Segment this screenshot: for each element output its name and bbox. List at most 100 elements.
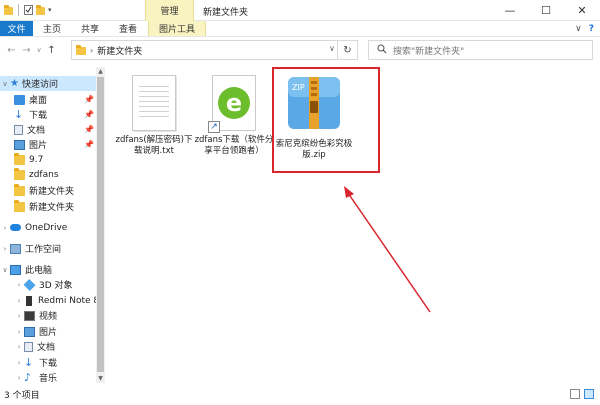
title-bar: ▾ 管理 新建文件夹 — ☐ ✕ [0, 0, 600, 21]
music-icon: ♪ [24, 370, 32, 384]
sidebar-item-label: 图片 [39, 328, 58, 338]
pictures-icon [24, 326, 35, 337]
tab-home[interactable]: 主页 [33, 21, 71, 36]
sidebar-item-label: 下载 [29, 111, 48, 121]
videos-icon [24, 310, 35, 321]
sidebar-item-3d-objects[interactable]: › 3D 对象 [14, 277, 73, 292]
download-icon: ↓ [14, 107, 24, 121]
download-icon: ↓ [24, 355, 34, 369]
item-count: 3 个项目 [4, 391, 40, 401]
sidebar-item-label: 视频 [39, 312, 58, 322]
sidebar-item-label: 下载 [39, 359, 58, 369]
pin-icon[interactable]: 📌 [84, 110, 94, 119]
sidebar-item-new-folder-1[interactable]: 新建文件夹 [14, 183, 74, 198]
folder-icon [14, 199, 25, 212]
sidebar-item-label: 9.7 [29, 154, 44, 165]
folder-icon [4, 5, 13, 15]
recent-locations-button[interactable]: ∨ [34, 39, 44, 61]
file-item-txt[interactable]: zdfans(解压密码)下载说明.txt [114, 75, 194, 157]
sidebar-item-label: OneDrive [25, 222, 68, 233]
forward-button[interactable]: → [19, 39, 34, 61]
phone-icon [26, 295, 32, 306]
details-view-icon[interactable] [570, 389, 580, 399]
navigation-pane: ∨ ★ 快速访问 桌面 📌 ↓ 下载 📌 文档 📌 图片 📌 9.7 zdfan… [0, 67, 106, 384]
sidebar-item-pc-downloads[interactable]: › ↓ 下载 [14, 355, 57, 370]
documents-icon [24, 341, 33, 352]
sidebar-item-onedrive[interactable]: › OneDrive [0, 220, 68, 235]
customize-toolbar-icon[interactable]: ▾ [48, 6, 52, 14]
chevron-down-icon[interactable]: ∨ [0, 266, 10, 274]
pin-icon[interactable]: 📌 [84, 95, 94, 104]
sidebar-item-documents[interactable]: 文档 [14, 122, 45, 137]
highlight-box [272, 67, 380, 173]
search-placeholder: 搜索"新建文件夹" [393, 46, 465, 57]
shortcut-arrow-icon: ↗ [208, 121, 220, 133]
sidebar-item-label: 文档 [27, 126, 46, 136]
sidebar-item-workspace[interactable]: › 工作空间 [0, 241, 61, 256]
browser-shortcut-icon: e ↗ [208, 75, 256, 133]
pin-icon[interactable]: 📌 [84, 140, 94, 149]
sidebar-item-folder-zdfans[interactable]: zdfans [14, 167, 59, 182]
chevron-right-icon[interactable]: › [0, 245, 10, 253]
scroll-down-icon[interactable]: ▼ [96, 374, 105, 383]
sidebar-item-new-folder-2[interactable]: 新建文件夹 [14, 199, 74, 214]
ribbon-tabs: 文件 主页 共享 查看 图片工具 ∨ ? [0, 21, 600, 37]
help-icon[interactable]: ? [589, 24, 594, 34]
3d-objects-icon [23, 278, 36, 291]
sidebar-item-pc-pictures[interactable]: › 图片 [14, 324, 57, 339]
address-bar[interactable]: › 新建文件夹 ∨ ↻ [71, 40, 358, 60]
quick-access-toolbar: ▾ [0, 0, 52, 21]
close-button[interactable]: ✕ [564, 0, 600, 21]
sidebar-item-pictures[interactable]: 图片 [14, 137, 47, 152]
sidebar-item-pc-documents[interactable]: › 文档 [14, 339, 55, 354]
new-folder-icon[interactable] [36, 5, 45, 15]
folder-icon [14, 152, 25, 165]
sidebar-item-videos[interactable]: › 视频 [14, 308, 57, 323]
file-name: zdfans(解压密码)下载说明.txt [115, 135, 193, 156]
chevron-right-icon[interactable]: › [14, 359, 24, 367]
scroll-up-icon[interactable]: ▲ [96, 67, 105, 76]
nav-scrollbar[interactable]: ▲ ▼ [96, 67, 105, 383]
sidebar-item-this-pc[interactable]: ∨ 此电脑 [0, 262, 52, 277]
chevron-right-icon: › [90, 45, 94, 55]
sidebar-item-music[interactable]: › ♪ 音乐 [14, 370, 57, 385]
tab-view[interactable]: 查看 [109, 21, 147, 36]
sidebar-item-downloads[interactable]: ↓ 下载 [14, 107, 47, 122]
chevron-right-icon[interactable]: › [14, 312, 24, 320]
chevron-right-icon[interactable]: › [14, 328, 24, 336]
sidebar-item-label: 快速访问 [21, 80, 58, 90]
up-button[interactable]: ↑ [44, 39, 59, 61]
chevron-right-icon[interactable]: › [14, 297, 24, 305]
window-title: 新建文件夹 [203, 8, 249, 18]
search-input[interactable]: 搜索"新建文件夹" [368, 40, 593, 60]
tab-file[interactable]: 文件 [0, 21, 33, 36]
sidebar-item-quick-access[interactable]: ∨ ★ 快速访问 [0, 76, 96, 91]
tab-share[interactable]: 共享 [71, 21, 109, 36]
sidebar-item-folder-9-7[interactable]: 9.7 [14, 152, 43, 167]
star-icon: ★ [10, 78, 19, 89]
navigation-bar: ← → ∨ ↑ › 新建文件夹 ∨ ↻ 搜索"新建文件夹" [0, 37, 600, 63]
chevron-right-icon[interactable]: › [14, 343, 24, 351]
expand-ribbon-icon[interactable]: ∨ [575, 24, 582, 34]
sidebar-item-label: 工作空间 [25, 245, 62, 255]
minimize-button[interactable]: — [492, 0, 528, 21]
desktop-icon [14, 94, 25, 105]
address-path[interactable]: 新建文件夹 [97, 44, 142, 57]
file-item-shortcut[interactable]: e ↗ zdfans下载（软件分享平台领跑者） [194, 75, 274, 157]
chevron-down-icon[interactable]: ∨ [0, 80, 10, 88]
properties-icon[interactable] [24, 5, 33, 15]
chevron-right-icon[interactable]: › [0, 224, 10, 232]
pin-icon[interactable]: 📌 [84, 125, 94, 134]
sidebar-item-desktop[interactable]: 桌面 [14, 92, 47, 107]
tab-picture-tools[interactable]: 图片工具 [148, 21, 207, 36]
sidebar-item-redmi-note-8[interactable]: › Redmi Note 8 [14, 293, 99, 308]
chevron-down-icon[interactable]: ∨ [329, 44, 335, 53]
back-button[interactable]: ← [4, 39, 19, 61]
refresh-icon[interactable]: ↻ [337, 41, 357, 59]
tab-manage[interactable]: 管理 [145, 0, 194, 21]
sidebar-item-label: 新建文件夹 [29, 203, 75, 213]
scroll-thumb[interactable] [97, 77, 104, 372]
maximize-button[interactable]: ☐ [528, 0, 564, 21]
large-icons-view-icon[interactable] [584, 389, 594, 399]
chevron-right-icon[interactable]: › [14, 374, 24, 382]
